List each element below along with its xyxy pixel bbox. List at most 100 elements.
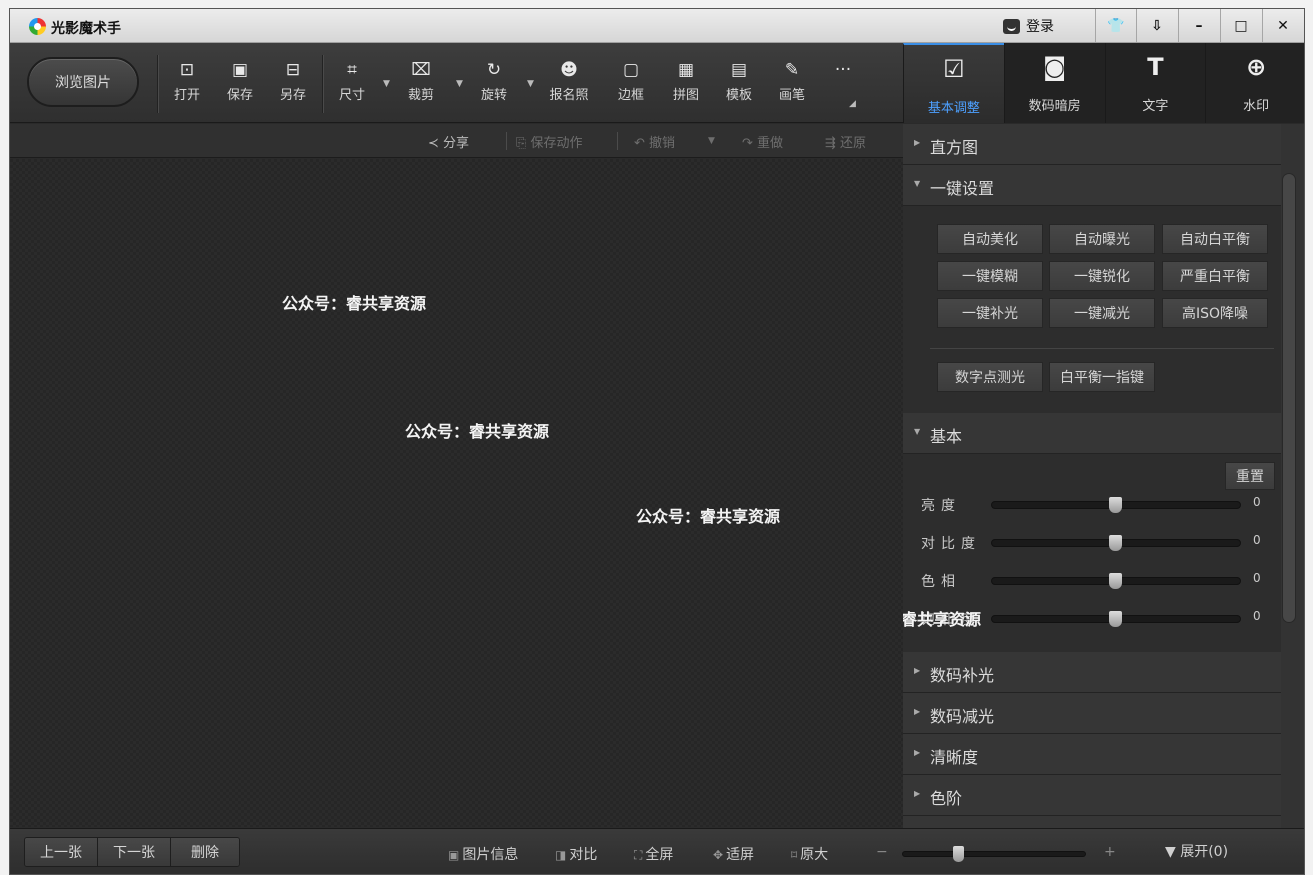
section-curves[interactable]: ▶曲线 — [903, 816, 1281, 828]
section-digital-fill-light[interactable]: ▶ 数码补光 — [903, 652, 1281, 693]
expand-button[interactable]: ▼ 展开(0) — [1165, 841, 1228, 861]
main-menu-button[interactable]: ⇩ — [1136, 9, 1177, 42]
login-button[interactable]: 登录 — [1003, 16, 1054, 36]
border-icon: ▢ — [622, 60, 640, 80]
brush-button[interactable]: ✎ 画笔 — [771, 59, 813, 115]
section-levels[interactable]: ▶ 色阶 — [903, 775, 1281, 816]
open-button[interactable]: ⊡ 打开 — [166, 59, 208, 115]
title-bar[interactable]: 光影魔术手 登录 👕 ⇩ – □ ✕ — [10, 9, 1304, 43]
resize-icon: ⌗ — [347, 60, 357, 80]
saturation-slider[interactable] — [991, 611, 1241, 627]
brightness-slider[interactable] — [991, 497, 1241, 513]
resize-dropdown-icon[interactable]: ▼ — [383, 79, 390, 89]
image-info-button[interactable]: ▣ 图片信息 — [448, 844, 518, 864]
resize-button[interactable]: ⌗ 尺寸 — [331, 59, 373, 115]
tab-basic-adjust[interactable]: ☑ 基本调整 — [903, 43, 1004, 123]
next-image-button[interactable]: 下一张 — [98, 838, 171, 866]
saturation-value: 0 — [1253, 609, 1261, 623]
collapsed-arrow-icon: ▶ — [914, 666, 921, 675]
white-balance-picker-button[interactable]: 白平衡一指键 — [1049, 362, 1155, 392]
restore-icon: ⇶ — [825, 136, 841, 151]
compare-button[interactable]: ◨ 对比 — [555, 844, 597, 864]
adjust-icon: ☑ — [943, 55, 965, 83]
fullscreen-icon: ⛶ — [634, 848, 643, 862]
crop-icon: ⌧ — [411, 60, 431, 80]
user-avatar-icon — [1003, 18, 1020, 34]
contrast-label: 对比度 — [921, 536, 981, 552]
auto-exposure-button[interactable]: 自动曝光 — [1049, 224, 1155, 254]
restore-button[interactable]: ⇶ 还原 — [825, 132, 866, 151]
panel-scrollbar[interactable] — [1282, 173, 1296, 623]
toolbar-expand-icon[interactable]: ◢ — [849, 99, 856, 109]
zoom-slider[interactable] — [902, 846, 1086, 862]
redo-button[interactable]: ↷ 重做 — [742, 132, 783, 151]
auto-white-balance-button[interactable]: 自动白平衡 — [1162, 224, 1268, 254]
id-photo-icon: ☻ — [560, 60, 578, 80]
skin-button[interactable]: 👕 — [1095, 9, 1136, 42]
section-one-click[interactable]: ▼ 一键设置 — [903, 165, 1281, 206]
fit-screen-button[interactable]: ✥ 适屏 — [713, 844, 754, 864]
save-as-button[interactable]: ⊟ 另存 — [272, 59, 314, 115]
original-size-icon: ⌑ — [791, 848, 798, 862]
section-digital-reduce-light[interactable]: ▶ 数码减光 — [903, 693, 1281, 734]
hue-slider[interactable] — [991, 573, 1241, 589]
watermark-text: 公众号：睿共享资源 — [636, 507, 781, 526]
tab-digital-darkroom[interactable]: ◙ 数码暗房 — [1003, 43, 1105, 123]
save-action-button[interactable]: ⎘ 保存动作 — [516, 132, 583, 151]
close-button[interactable]: ✕ — [1262, 9, 1303, 42]
collapsed-arrow-icon: ▶ — [914, 138, 921, 147]
one-click-blur-button[interactable]: 一键模糊 — [937, 261, 1043, 291]
app-window: 光影魔术手 登录 👕 ⇩ – □ ✕ 浏览图片 ⊡ 打开 ▣ 保存 ⊟ 另存 ⌗ 尺寸 … — [9, 8, 1305, 875]
image-nav-group: 上一张 下一张 删除 — [24, 837, 240, 867]
high-iso-denoise-button[interactable]: 高ISO降噪 — [1162, 298, 1268, 328]
zoom-slider-handle[interactable] — [953, 846, 964, 862]
slider-handle[interactable] — [1109, 573, 1122, 589]
id-photo-button[interactable]: ☻ 报名照 — [548, 59, 590, 115]
browse-images-button[interactable]: 浏览图片 — [27, 57, 139, 107]
prev-image-button[interactable]: 上一张 — [25, 838, 98, 866]
tab-text[interactable]: T 文字 — [1104, 43, 1206, 123]
one-click-fill-light-button[interactable]: 一键补光 — [937, 298, 1043, 328]
contrast-slider[interactable] — [991, 535, 1241, 551]
tab-watermark[interactable]: ⊕ 水印 — [1205, 43, 1304, 123]
crop-button[interactable]: ⌧ 裁剪 — [400, 59, 442, 115]
border-button[interactable]: ▢ 边框 — [610, 59, 652, 115]
fullscreen-button[interactable]: ⛶ 全屏 — [634, 844, 673, 864]
expand-arrow-icon: ▼ — [1165, 844, 1181, 860]
zoom-in-button[interactable]: + — [1104, 844, 1116, 860]
slider-handle[interactable] — [1109, 497, 1122, 513]
minimize-button[interactable]: – — [1178, 9, 1219, 42]
slider-handle[interactable] — [1109, 535, 1122, 551]
section-basic[interactable]: ▼ 基本 — [903, 413, 1281, 454]
template-button[interactable]: ▤ 模板 — [718, 59, 760, 115]
delete-image-button[interactable]: 删除 — [171, 838, 239, 866]
collapsed-arrow-icon: ▶ — [914, 748, 921, 757]
collage-button[interactable]: ▦ 拼图 — [665, 59, 707, 115]
original-size-button[interactable]: ⌑ 原大 — [791, 844, 828, 864]
app-title: 光影魔术手 — [51, 21, 121, 37]
section-clarity[interactable]: ▶ 清晰度 — [903, 734, 1281, 775]
one-click-reduce-light-button[interactable]: 一键减光 — [1049, 298, 1155, 328]
image-edit-icon: ⊡ — [179, 60, 195, 80]
rotate-button[interactable]: ↻ 旋转 — [473, 59, 515, 115]
digital-spot-metering-button[interactable]: 数字点测光 — [937, 362, 1043, 392]
severe-white-balance-button[interactable]: 严重白平衡 — [1162, 261, 1268, 291]
reset-button[interactable]: 重置 — [1225, 462, 1275, 490]
crop-dropdown-icon[interactable]: ▼ — [456, 79, 463, 89]
section-histogram[interactable]: ▶ 直方图 — [903, 124, 1281, 165]
zoom-out-button[interactable]: − — [876, 844, 888, 860]
share-button[interactable]: ≺ 分享 — [428, 132, 469, 151]
one-click-sharpen-button[interactable]: 一键锐化 — [1049, 261, 1155, 291]
app-logo-icon — [29, 18, 46, 35]
maximize-button[interactable]: □ — [1220, 9, 1261, 42]
rotate-dropdown-icon[interactable]: ▼ — [527, 79, 534, 89]
slider-handle[interactable] — [1109, 611, 1122, 627]
more-tools-button[interactable]: ··· — [822, 59, 864, 115]
undo-icon: ↶ — [634, 136, 650, 151]
image-canvas[interactable]: 公众号：睿共享资源 公众号：睿共享资源 公众号：睿共享资源 — [10, 159, 903, 827]
save-button[interactable]: ▣ 保存 — [219, 59, 261, 115]
auto-beautify-button[interactable]: 自动美化 — [937, 224, 1043, 254]
undo-button[interactable]: ↶ 撤销 — [634, 132, 675, 151]
undo-history-dropdown-icon[interactable]: ▼ — [708, 136, 715, 146]
collapsed-arrow-icon: ▶ — [914, 707, 921, 716]
